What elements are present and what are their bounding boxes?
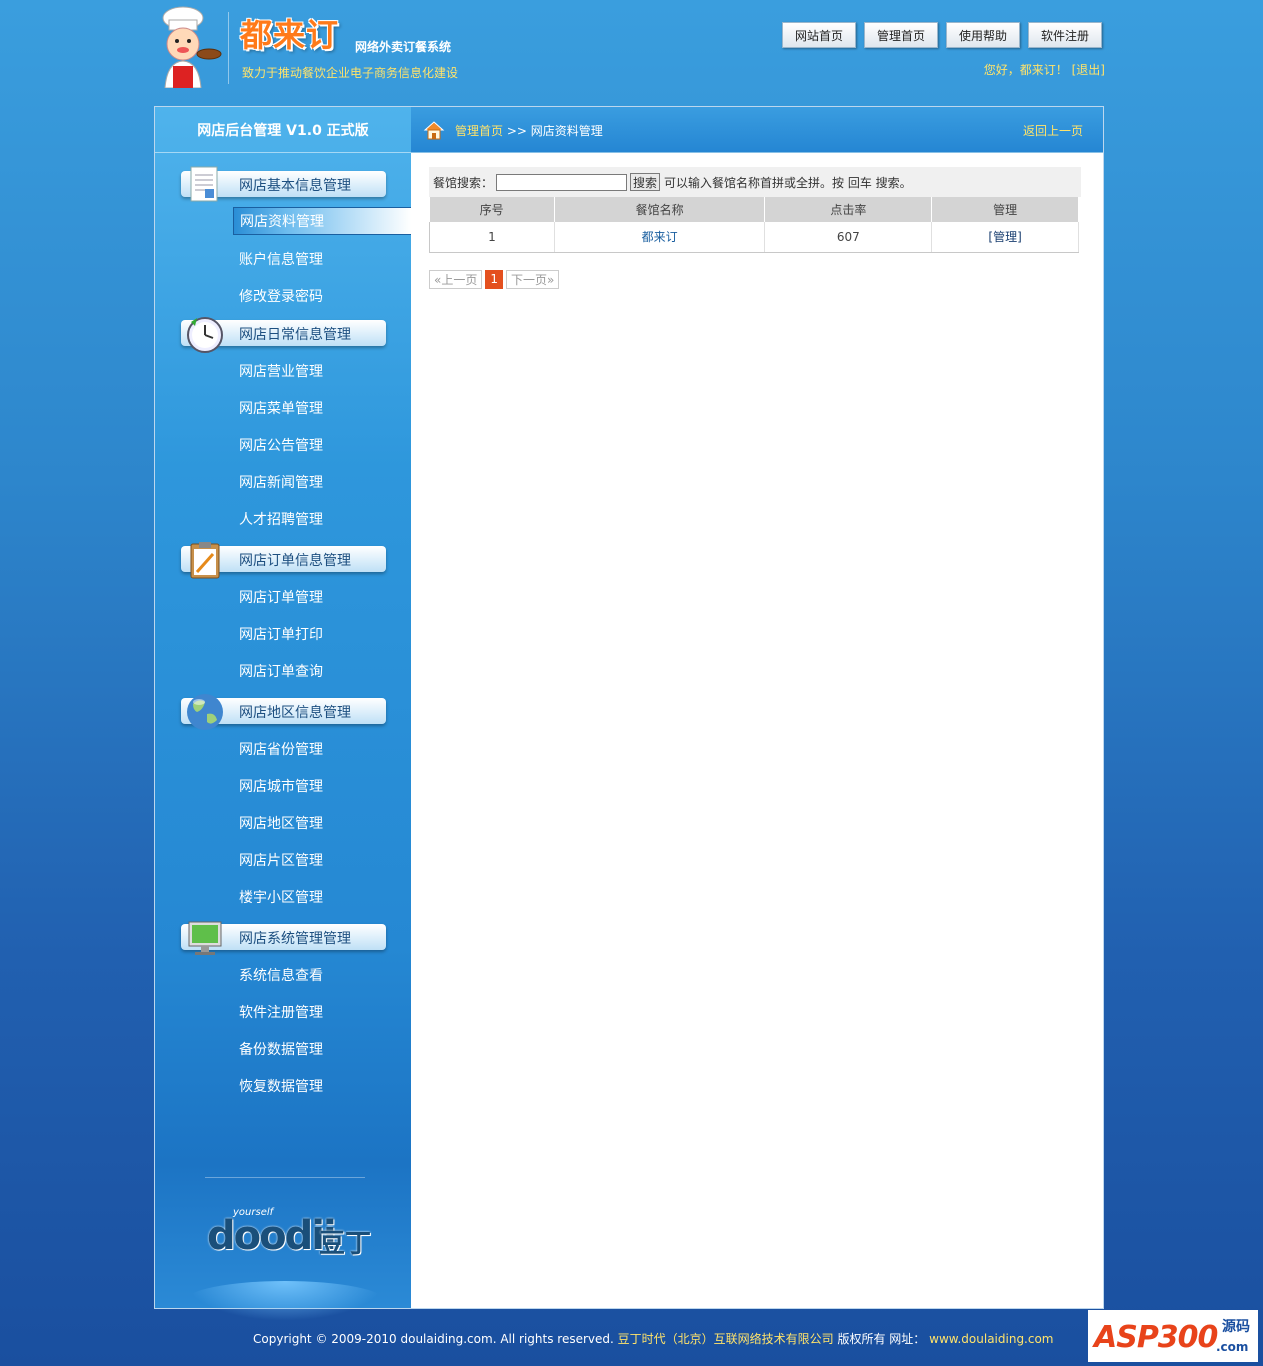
table-header: 序号 餐馆名称 点击率 管理 bbox=[429, 197, 1079, 222]
group-basic-info[interactable]: 网店基本信息管理 bbox=[155, 165, 411, 203]
brand-title: 都来订 bbox=[240, 16, 340, 54]
footer-url-link[interactable]: www.doulaiding.com bbox=[929, 1332, 1053, 1346]
menu-area[interactable]: 网店片区管理 bbox=[155, 841, 411, 878]
group-label: 网店地区信息管理 bbox=[239, 705, 351, 721]
logo-divider bbox=[228, 12, 229, 84]
main-panel: 管理首页 >> 网店资料管理 返回上一页 餐馆搜索： 搜索 可以输入餐馆名称首拼… bbox=[411, 107, 1103, 1308]
brand-subtitle: 网络外卖订餐系统 bbox=[355, 40, 452, 54]
pager: «上一页 1 下一页» bbox=[429, 269, 1081, 289]
current-page[interactable]: 1 bbox=[485, 269, 503, 289]
admin-frame: 网店后台管理 V1.0 正式版 网店基本信息管理 网店资料管理 账户信息管理 修… bbox=[154, 106, 1104, 1321]
menu-restore[interactable]: 恢复数据管理 bbox=[155, 1067, 411, 1104]
col-manage: 管理 bbox=[931, 197, 1079, 222]
menu-order-query[interactable]: 网店订单查询 bbox=[155, 652, 411, 689]
col-index: 序号 bbox=[429, 197, 555, 222]
content: 餐馆搜索： 搜索 可以输入餐馆名称首拼或全拼。按 回车 搜索。 序号 餐馆名称 … bbox=[429, 167, 1081, 289]
col-clicks: 点击率 bbox=[764, 197, 933, 222]
footer-copyright: Copyright © 2009-2010 doulaiding.com. Al… bbox=[253, 1332, 614, 1346]
nav-admin-home-button[interactable]: 管理首页 bbox=[864, 22, 938, 48]
group-label: 网店基本信息管理 bbox=[239, 178, 351, 194]
group-label: 网店日常信息管理 bbox=[239, 327, 351, 343]
sidebar-title: 网店后台管理 V1.0 正式版 bbox=[155, 107, 411, 153]
menu-order-print[interactable]: 网店订单打印 bbox=[155, 615, 411, 652]
sidebar-footer: yourself doodii 豆丁 bbox=[155, 1177, 411, 1321]
watermark-sub: 源码 bbox=[1222, 1319, 1250, 1335]
clipboard-icon bbox=[181, 540, 225, 580]
breadcrumb-sep: >> bbox=[506, 124, 527, 138]
menu-shop-profile[interactable]: 网店资料管理 bbox=[233, 207, 411, 235]
menu-province[interactable]: 网店省份管理 bbox=[155, 730, 411, 767]
menu-system-info[interactable]: 系统信息查看 bbox=[155, 956, 411, 993]
menu-business[interactable]: 网店营业管理 bbox=[155, 352, 411, 389]
breadcrumb: 管理首页 >> 网店资料管理 bbox=[455, 122, 603, 139]
top-nav: 网站首页 管理首页 使用帮助 软件注册 bbox=[782, 22, 1102, 48]
next-page-button[interactable]: 下一页» bbox=[505, 269, 560, 289]
logo-word: doodii bbox=[207, 1213, 337, 1259]
home-icon bbox=[423, 119, 445, 145]
menu-recruit[interactable]: 人才招聘管理 bbox=[155, 500, 411, 537]
footer-company: 豆丁时代（北京）互联网络技术有限公司 bbox=[617, 1332, 834, 1346]
menu-menu[interactable]: 网店菜单管理 bbox=[155, 389, 411, 426]
group-label: 网店订单信息管理 bbox=[239, 553, 351, 569]
globe-icon bbox=[181, 692, 225, 732]
footer-rights: 版权所有 网址： bbox=[837, 1332, 926, 1346]
breadcrumb-current: 网店资料管理 bbox=[530, 124, 603, 138]
menu-change-password[interactable]: 修改登录密码 bbox=[155, 277, 411, 314]
menu-notice[interactable]: 网店公告管理 bbox=[155, 426, 411, 463]
shop-name-link[interactable]: 都来订 bbox=[554, 222, 766, 253]
greeting-text: 您好，都来订！ bbox=[983, 63, 1068, 77]
clock-icon bbox=[181, 314, 225, 354]
group-daily-info[interactable]: 网店日常信息管理 bbox=[155, 314, 411, 354]
menu-account-info[interactable]: 账户信息管理 bbox=[155, 240, 411, 277]
group-label: 网店系统管理管理 bbox=[239, 931, 351, 947]
search-label: 餐馆搜索： bbox=[433, 175, 494, 190]
group-region-info[interactable]: 网店地区信息管理 bbox=[155, 692, 411, 730]
back-link[interactable]: 返回上一页 bbox=[1023, 122, 1083, 139]
cell-clicks: 607 bbox=[764, 222, 933, 253]
watermark-domain: .com bbox=[1216, 1340, 1249, 1354]
cell-index: 1 bbox=[429, 222, 555, 253]
breadcrumb-home-link[interactable]: 管理首页 bbox=[455, 124, 503, 138]
prev-page-button[interactable]: «上一页 bbox=[429, 269, 483, 289]
menu-backup[interactable]: 备份数据管理 bbox=[155, 1030, 411, 1067]
glow bbox=[185, 1281, 385, 1321]
brand-slogan: 致力于推动餐饮企业电子商务信息化建设 bbox=[242, 66, 459, 80]
logo-cn: 豆丁 bbox=[319, 1229, 372, 1259]
menu-orders[interactable]: 网店订单管理 bbox=[155, 578, 411, 615]
menu-register[interactable]: 软件注册管理 bbox=[155, 993, 411, 1030]
document-icon bbox=[181, 165, 225, 205]
table-row: 1 都来订 607 [管理] bbox=[429, 222, 1079, 253]
manage-link[interactable]: [管理] bbox=[931, 222, 1079, 253]
nav-site-home-button[interactable]: 网站首页 bbox=[782, 22, 856, 48]
group-system[interactable]: 网店系统管理管理 bbox=[155, 918, 411, 956]
shop-table: 序号 餐馆名称 点击率 管理 1 都来订 607 [管理] bbox=[429, 197, 1079, 253]
menu-news[interactable]: 网店新闻管理 bbox=[155, 463, 411, 500]
nav-register-button[interactable]: 软件注册 bbox=[1028, 22, 1102, 48]
col-name: 餐馆名称 bbox=[554, 197, 766, 222]
search-input[interactable] bbox=[496, 173, 628, 191]
search-hint: 可以输入餐馆名称首拼或全拼。按 回车 搜索。 bbox=[664, 175, 912, 190]
menu-district[interactable]: 网店地区管理 bbox=[155, 804, 411, 841]
footer: Copyright © 2009-2010 doulaiding.com. Al… bbox=[0, 1330, 1263, 1347]
menu-building[interactable]: 楼宇小区管理 bbox=[155, 878, 411, 915]
nav-help-button[interactable]: 使用帮助 bbox=[946, 22, 1020, 48]
breadcrumb-bar: 管理首页 >> 网店资料管理 返回上一页 bbox=[411, 107, 1103, 153]
monitor-icon bbox=[181, 918, 225, 958]
menu-city[interactable]: 网店城市管理 bbox=[155, 767, 411, 804]
search-row: 餐馆搜索： 搜索 可以输入餐馆名称首拼或全拼。按 回车 搜索。 bbox=[429, 167, 1081, 197]
sidebar: 网店后台管理 V1.0 正式版 网店基本信息管理 网店资料管理 账户信息管理 修… bbox=[155, 107, 411, 1321]
asp300-watermark: ASP300 源码 .com bbox=[1088, 1310, 1258, 1362]
user-greeting: 您好，都来订！ [退出] bbox=[984, 61, 1105, 78]
watermark-text: ASP300 bbox=[1094, 1320, 1218, 1355]
chef-logo-icon bbox=[153, 6, 225, 89]
logout-link[interactable]: [退出] bbox=[1072, 63, 1105, 77]
divider bbox=[205, 1177, 365, 1178]
group-order-info[interactable]: 网店订单信息管理 bbox=[155, 540, 411, 580]
search-button[interactable]: 搜索 bbox=[630, 173, 661, 191]
